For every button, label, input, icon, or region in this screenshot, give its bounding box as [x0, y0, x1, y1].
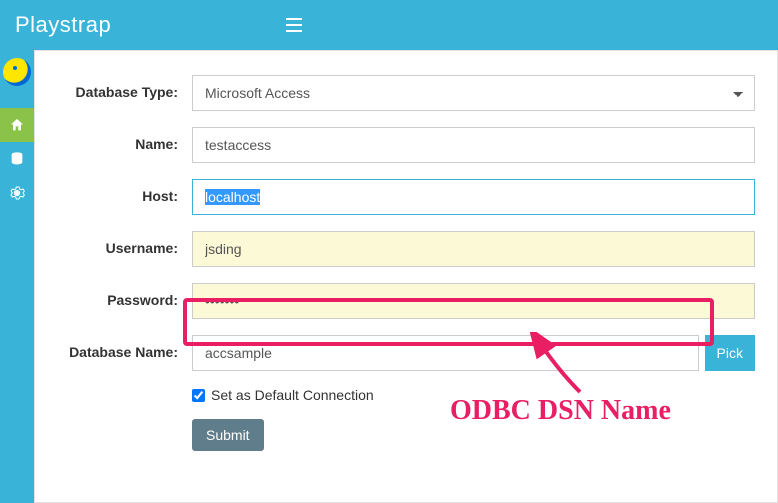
- default-connection-checkbox[interactable]: [192, 389, 205, 402]
- host-input[interactable]: localhost: [192, 179, 755, 215]
- password-input[interactable]: [192, 283, 755, 319]
- database-type-select[interactable]: Microsoft Access: [192, 75, 755, 111]
- default-connection-checkbox-label[interactable]: Set as Default Connection: [192, 387, 755, 403]
- label-username: Username:: [57, 231, 192, 267]
- sidebar-item-database[interactable]: [0, 142, 34, 176]
- default-connection-text: Set as Default Connection: [211, 387, 374, 403]
- avatar-icon[interactable]: [3, 58, 31, 86]
- submit-button[interactable]: Submit: [192, 419, 264, 451]
- database-icon: [9, 151, 25, 167]
- pick-button[interactable]: Pick: [705, 335, 755, 371]
- brand-title: Playstrap: [15, 12, 111, 38]
- sidebar: [0, 50, 34, 503]
- name-input[interactable]: [192, 127, 755, 163]
- username-input[interactable]: [192, 231, 755, 267]
- label-password: Password:: [57, 283, 192, 319]
- sidebar-item-home[interactable]: [0, 108, 34, 142]
- label-host: Host:: [57, 179, 192, 215]
- label-database-type: Database Type:: [57, 75, 192, 111]
- label-database-name: Database Name:: [57, 335, 192, 371]
- sidebar-item-settings[interactable]: [0, 176, 34, 210]
- home-icon: [9, 117, 25, 133]
- hamburger-icon[interactable]: [286, 18, 302, 32]
- header: Playstrap: [0, 0, 778, 50]
- label-name: Name:: [57, 127, 192, 163]
- form-panel: Database Type: Microsoft Access Name: Ho…: [34, 50, 778, 503]
- host-input-value: localhost: [205, 189, 260, 205]
- database-name-input[interactable]: [192, 335, 699, 371]
- gear-icon: [9, 185, 25, 201]
